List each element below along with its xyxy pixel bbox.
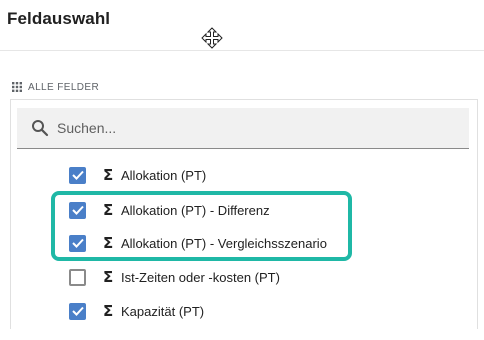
sigma-icon: Σ [103, 268, 114, 286]
dialog-header: Feldauswahl [0, 0, 484, 51]
search-input[interactable] [57, 116, 457, 140]
sigma-icon: Σ [103, 234, 114, 252]
sigma-icon: Σ [103, 166, 114, 184]
dialog-title: Feldauswahl [7, 9, 111, 28]
field-label: Allokation (PT) - Differenz [121, 202, 270, 218]
field-label: Kapazität (PT) [121, 303, 205, 319]
checkbox[interactable] [69, 166, 86, 184]
checkbox[interactable] [69, 302, 86, 320]
field-item[interactable]: Σ Kapazität (PT) [69, 300, 204, 322]
field-item[interactable]: Σ Allokation (PT) - Vergleichsszenario [69, 232, 327, 254]
field-label: Allokation (PT) [121, 167, 207, 183]
checkbox[interactable] [69, 234, 86, 252]
search-icon [32, 120, 49, 137]
checkmark-icon [71, 306, 84, 316]
sigma-icon: Σ [103, 302, 114, 320]
all-fields-header: ALLE FELDER [12, 80, 99, 94]
checkbox[interactable] [69, 201, 86, 219]
search-box[interactable] [17, 108, 469, 149]
checkmark-icon [71, 170, 84, 180]
field-item[interactable]: Σ Allokation (PT) [69, 164, 206, 186]
field-label: Ist-Zeiten oder -kosten (PT) [121, 269, 280, 285]
checkmark-icon [71, 205, 84, 215]
checkbox[interactable] [69, 268, 86, 286]
all-fields-label: ALLE FELDER [28, 81, 100, 93]
field-item[interactable]: Σ Ist-Zeiten oder -kosten (PT) [69, 266, 280, 288]
checkmark-icon [71, 238, 84, 248]
field-label: Allokation (PT) - Vergleichsszenario [121, 235, 327, 251]
field-item[interactable]: Σ Allokation (PT) - Differenz [69, 199, 270, 221]
move-icon[interactable] [201, 27, 223, 49]
grid-icon [12, 82, 22, 92]
sigma-icon: Σ [103, 201, 114, 219]
